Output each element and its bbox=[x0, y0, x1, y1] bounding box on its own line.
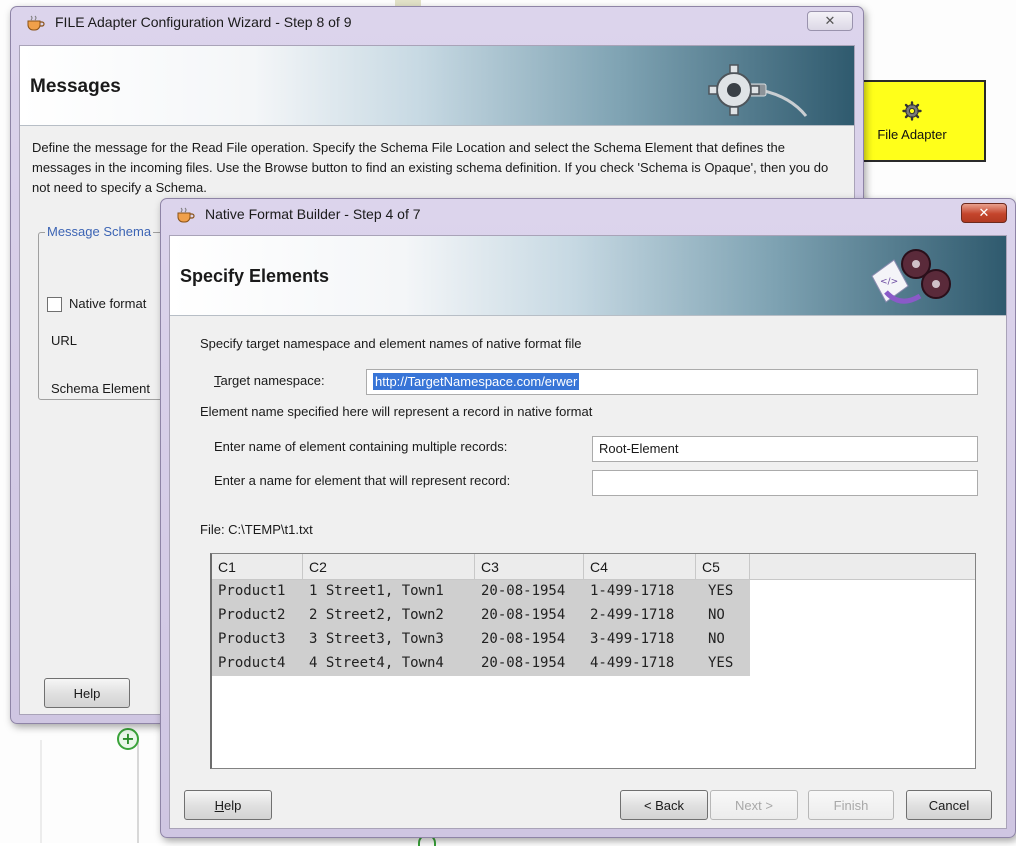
target-namespace-label: Target namespace: bbox=[214, 373, 325, 388]
table-row[interactable]: Product4 4 Street4, Town4 20-08-1954 4-499-… bbox=[212, 652, 750, 676]
table-cell: 1 Street1, Town1 bbox=[309, 583, 444, 599]
wizard1-help-button[interactable]: Help bbox=[44, 678, 130, 708]
column-header-c4[interactable]: C4 bbox=[584, 554, 696, 580]
file-path-label: File: C:\TEMP\t1.txt bbox=[200, 522, 313, 537]
url-label: URL bbox=[51, 333, 78, 348]
coffee-cup-icon bbox=[27, 15, 45, 31]
table-cell: 20-08-1954 bbox=[481, 631, 566, 647]
native-format-builder-window: Native Format Builder - Step 4 of 7 ✕ Sp… bbox=[160, 198, 1016, 838]
column-header-c1[interactable]: C1 bbox=[212, 554, 303, 580]
multi-record-input[interactable]: Root-Element bbox=[592, 436, 978, 462]
add-circle-icon[interactable]: + bbox=[117, 728, 139, 750]
grid-header: C1 C2 C3 C4 C5 bbox=[212, 554, 975, 580]
adapter-gear-icon bbox=[708, 64, 808, 117]
table-cell: 3 Street3, Town3 bbox=[309, 631, 444, 647]
close-icon: ✕ bbox=[824, 13, 836, 29]
wizard1-banner: Messages bbox=[20, 46, 854, 126]
canvas-gridline bbox=[40, 740, 42, 843]
finish-button[interactable]: Finish bbox=[808, 790, 894, 820]
back-button-label: < Back bbox=[643, 797, 685, 813]
multi-record-label: Enter name of element containing multipl… bbox=[214, 439, 508, 454]
schema-element-label: Schema Element bbox=[51, 381, 150, 396]
table-row[interactable]: Product1 1 Street1, Town1 20-08-1954 1-499-… bbox=[212, 580, 750, 604]
wizard1-title: FILE Adapter Configuration Wizard - Step… bbox=[55, 14, 352, 30]
wizard1-titlebar[interactable]: FILE Adapter Configuration Wizard - Step… bbox=[11, 7, 863, 39]
table-cell: 20-08-1954 bbox=[481, 583, 566, 599]
cancel-button-label: Cancel bbox=[928, 797, 970, 813]
column-header-c5[interactable]: C5 bbox=[696, 554, 750, 580]
gear-icon bbox=[902, 100, 922, 121]
next-button-label: Next > bbox=[735, 797, 773, 813]
table-cell: 4 Street4, Town4 bbox=[309, 655, 444, 671]
table-cell: Product1 bbox=[218, 583, 286, 599]
wizard2-close-button[interactable]: ✕ bbox=[961, 203, 1007, 223]
table-cell: Product4 bbox=[218, 655, 286, 671]
column-header-c2[interactable]: C2 bbox=[303, 554, 475, 580]
native-format-label: Native format bbox=[69, 296, 147, 311]
table-cell: 2-499-1718 bbox=[590, 607, 675, 623]
element-note: Element name specified here will represe… bbox=[200, 404, 593, 419]
back-button[interactable]: < Back bbox=[620, 790, 708, 820]
table-cell: 2 Street2, Town2 bbox=[309, 607, 444, 623]
column-header-c3[interactable]: C3 bbox=[475, 554, 584, 580]
native-format-checkbox[interactable] bbox=[47, 297, 62, 312]
table-cell: YES bbox=[708, 583, 734, 599]
page-title: Specify Elements bbox=[180, 266, 330, 286]
table-cell: YES bbox=[708, 655, 734, 671]
table-row[interactable]: Product2 2 Street2, Town2 20-08-1954 2-499-… bbox=[212, 604, 750, 628]
wizard1-description: Define the message for the Read File ope… bbox=[32, 140, 829, 195]
film-reel-icon: </> bbox=[871, 249, 951, 304]
table-cell: 20-08-1954 bbox=[481, 607, 566, 623]
table-cell: 1-499-1718 bbox=[590, 583, 675, 599]
finish-button-label: Finish bbox=[833, 797, 869, 813]
wizard2-client-area: Specify Elements </> Specify target name… bbox=[169, 235, 1007, 829]
table-cell: Product3 bbox=[218, 631, 286, 647]
canvas-connector-line bbox=[137, 740, 139, 843]
help-button[interactable]: Help bbox=[184, 790, 272, 820]
target-namespace-value: http://TargetNamespace.com/erwer bbox=[373, 373, 580, 390]
table-cell: 20-08-1954 bbox=[481, 655, 566, 671]
table-cell: NO bbox=[708, 631, 725, 647]
wizard2-title: Native Format Builder - Step 4 of 7 bbox=[205, 206, 421, 222]
help-button-label: Help bbox=[214, 797, 242, 813]
intro-text: Specify target namespace and element nam… bbox=[200, 336, 582, 351]
record-input[interactable] bbox=[592, 470, 978, 496]
table-cell: NO bbox=[708, 607, 725, 623]
next-button[interactable]: Next > bbox=[710, 790, 798, 820]
table-cell: 3-499-1718 bbox=[590, 631, 675, 647]
table-cell: 4-499-1718 bbox=[590, 655, 675, 671]
target-namespace-input[interactable]: http://TargetNamespace.com/erwer bbox=[366, 369, 978, 395]
wizard1-help-label: Help bbox=[73, 685, 101, 701]
wizard1-close-button[interactable]: ✕ bbox=[807, 11, 853, 31]
coffee-cup-icon bbox=[177, 207, 195, 223]
message-schema-legend: Message Schema bbox=[45, 224, 154, 239]
table-cell: Product2 bbox=[218, 607, 286, 623]
table-row[interactable]: Product3 3 Street3, Town3 20-08-1954 3-499-… bbox=[212, 628, 750, 652]
wizard2-banner: Specify Elements </> bbox=[170, 236, 1006, 316]
wizard2-titlebar[interactable]: Native Format Builder - Step 4 of 7 ✕ bbox=[161, 199, 1015, 231]
svg-text:</>: </> bbox=[880, 277, 898, 287]
data-grid[interactable]: C1 C2 C3 C4 C5 Product1 1 Street1, Town1 20-08… bbox=[210, 553, 976, 769]
multi-record-value: Root-Element bbox=[599, 441, 679, 456]
cancel-button[interactable]: Cancel bbox=[906, 790, 992, 820]
record-label: Enter a name for element that will repre… bbox=[214, 473, 511, 488]
page-title: Messages bbox=[30, 76, 121, 97]
file-adapter-label: File Adapter bbox=[877, 126, 947, 142]
close-icon: ✕ bbox=[978, 205, 990, 221]
